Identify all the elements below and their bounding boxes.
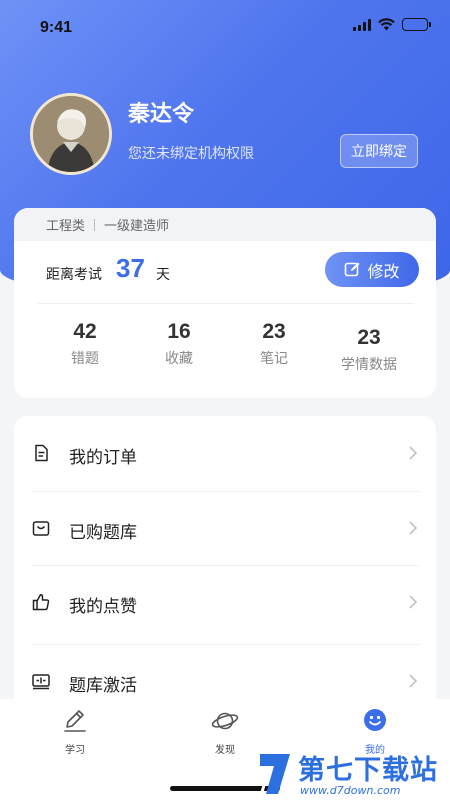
exam-countdown-row: 距离考试 37 天 修改 [14, 241, 436, 303]
avatar[interactable] [30, 93, 112, 175]
stat-learning-data[interactable]: 23 学情数据 [319, 326, 419, 374]
stat-notes[interactable]: 23 笔记 [224, 320, 324, 368]
signal-icon [353, 18, 371, 31]
stat-label: 学情数据 [341, 357, 397, 373]
menu-item-label: 已购题库 [69, 523, 137, 543]
watermark-url: www.d7down.com [300, 784, 401, 797]
menu-item-purchased-banks[interactable]: 已购题库 [14, 492, 436, 566]
stat-label: 笔记 [260, 351, 288, 367]
edit-exam-button[interactable]: 修改 [325, 252, 419, 287]
pencil-icon [64, 710, 86, 732]
bind-now-button[interactable]: 立即绑定 [340, 134, 418, 168]
exam-countdown-label: 距离考试 [46, 267, 102, 283]
menu-item-label: 题库激活 [69, 676, 137, 696]
menu-item-label: 我的点赞 [69, 597, 137, 617]
exam-subcategory: 一级建造师 [104, 219, 170, 234]
stat-wrong-questions[interactable]: 42 错题 [35, 320, 135, 368]
user-name: 秦达令 [128, 102, 195, 127]
stat-label: 错题 [71, 351, 99, 367]
chevron-right-icon [409, 521, 418, 535]
activate-icon [32, 674, 50, 690]
status-icons [353, 18, 431, 31]
menu-item-label: 我的订单 [69, 448, 137, 468]
stats-divider [38, 303, 413, 304]
study-stats-card: 工程类 一级建造师 距离考试 37 天 修改 42 错题 16 收藏 23 笔记 [14, 208, 436, 398]
stat-label: 收藏 [165, 351, 193, 367]
exam-days-count: 37 [116, 253, 145, 283]
exam-category: 工程类 [46, 219, 86, 234]
tab-label: 学习 [65, 745, 85, 756]
stats-row: 42 错题 16 收藏 23 笔记 23 学情数据 [14, 320, 436, 380]
status-time: 9:41 [40, 19, 73, 36]
thumbs-up-icon [32, 594, 50, 611]
tab-study[interactable]: 学习 [35, 707, 115, 756]
exam-category-bar[interactable]: 工程类 一级建造师 [14, 208, 436, 241]
menu-item-my-likes[interactable]: 我的点赞 [14, 566, 436, 640]
edit-button-label: 修改 [367, 261, 400, 281]
stat-value: 16 [167, 320, 191, 343]
menu-item-my-orders[interactable]: 我的订单 [14, 417, 436, 491]
smile-icon [364, 709, 386, 731]
edit-icon [345, 262, 360, 277]
binding-status-text: 您还未绑定机构权限 [128, 146, 254, 162]
watermark: 第七下载站 www.d7down.com [256, 748, 446, 798]
planet-icon [211, 712, 239, 730]
menu-list: 我的订单 已购题库 我的点赞 题库激活 [14, 416, 436, 746]
watermark-title: 第七下载站 [298, 755, 438, 786]
tab-discover[interactable]: 发现 [185, 707, 265, 756]
status-bar: 9:41 [0, 0, 450, 56]
watermark-logo-icon [260, 754, 290, 794]
tab-label: 发现 [215, 745, 235, 756]
avatar-portrait-icon [33, 96, 109, 172]
wifi-icon [378, 18, 395, 31]
stat-favorites[interactable]: 16 收藏 [129, 320, 229, 368]
chevron-right-icon [409, 674, 418, 688]
bag-icon [32, 521, 50, 536]
exam-days-unit: 天 [156, 267, 170, 283]
document-icon [35, 444, 48, 462]
stat-value: 23 [357, 326, 381, 349]
battery-icon [402, 18, 431, 31]
stat-value: 23 [262, 320, 286, 343]
chevron-right-icon [409, 595, 418, 609]
chevron-right-icon [409, 446, 418, 460]
stat-value: 42 [73, 320, 97, 343]
category-divider [94, 218, 96, 231]
